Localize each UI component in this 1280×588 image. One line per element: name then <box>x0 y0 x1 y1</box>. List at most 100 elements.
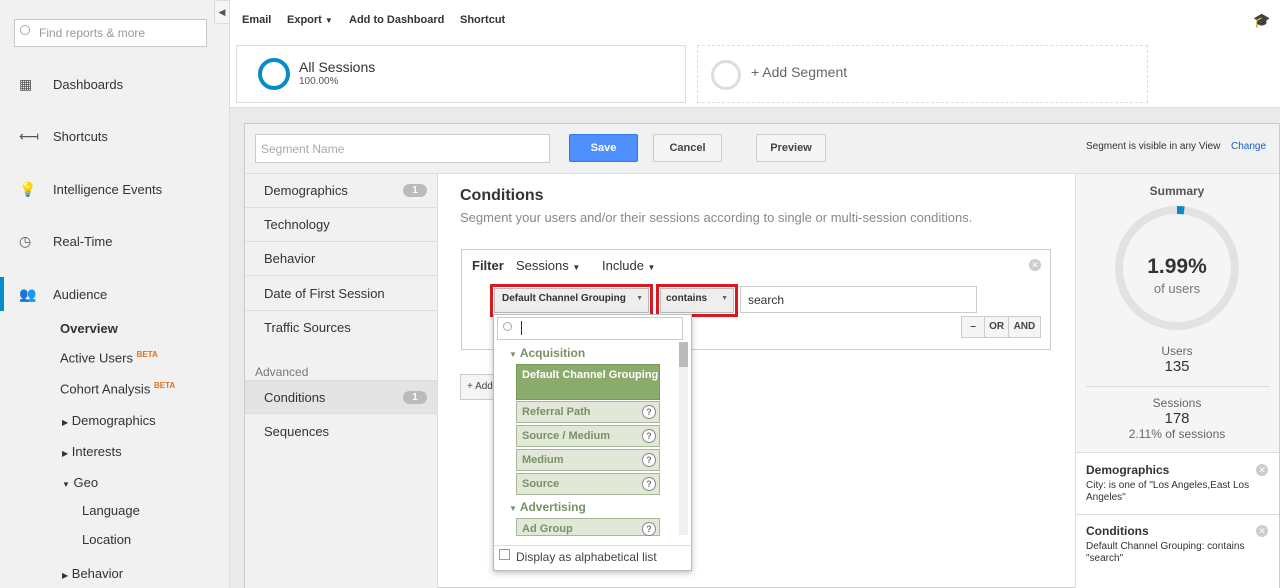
group-acquisition[interactable]: ▼ Acquisition <box>509 346 585 360</box>
alphabetical-label: Display as alphabetical list <box>516 550 657 564</box>
nav-cohort[interactable]: Cohort Analysis BETA <box>60 381 175 396</box>
search-input[interactable]: Find reports & more <box>14 19 207 47</box>
editor-nav-first-session[interactable]: Date of First Session <box>245 277 437 311</box>
option-source-medium[interactable]: Source / Medium? <box>516 425 660 447</box>
operator-dropdown[interactable]: contains ▼ <box>660 288 734 313</box>
help-icon[interactable]: ? <box>642 429 656 443</box>
option-medium[interactable]: Medium? <box>516 449 660 471</box>
option-referral-path[interactable]: Referral Path? <box>516 401 660 423</box>
sidebar-item-shortcuts[interactable]: ⟻ Shortcuts <box>0 118 230 154</box>
sidebar-item-label: Audience <box>53 286 108 302</box>
remove-filter-icon[interactable]: ✕ <box>1029 259 1041 271</box>
clock-icon: ◷ <box>19 233 32 249</box>
nav-active-users[interactable]: Active Users BETA <box>60 350 158 365</box>
dimension-dropdown[interactable]: Default Channel Grouping ▼ <box>494 288 649 313</box>
count-badge: 1 <box>403 184 427 197</box>
caret-down-icon: ▼ <box>62 480 70 489</box>
option-source[interactable]: Source? <box>516 473 660 495</box>
nav-label: Active Users <box>60 350 133 366</box>
remove-demo-icon[interactable]: ✕ <box>1256 464 1268 476</box>
nav-label: Conditions <box>264 390 326 405</box>
editor-nav-traffic[interactable]: Traffic Sources <box>245 311 437 345</box>
nav-language[interactable]: Language <box>82 503 140 518</box>
sidebar-item-realtime[interactable]: ◷ Real-Time <box>0 223 230 259</box>
empty-ring-icon <box>711 60 741 90</box>
summary-title: Summary <box>1149 184 1205 198</box>
group-advertising[interactable]: ▼ Advertising <box>509 500 586 514</box>
filter-label: Filter <box>472 258 504 273</box>
change-link[interactable]: Change <box>1231 141 1266 152</box>
export-button[interactable]: Export ▼ <box>287 14 333 26</box>
operator-value: contains <box>666 293 708 304</box>
caret-right-icon: ▶ <box>62 571 69 580</box>
add-segment-label: + Add Segment <box>751 64 848 80</box>
caret-down-icon: ▼ <box>509 350 517 359</box>
group-label: Acquisition <box>519 346 586 360</box>
editor-nav-sequences[interactable]: Sequences <box>245 415 437 449</box>
help-icon[interactable]: ? <box>642 453 656 467</box>
editor-nav-conditions[interactable]: Conditions 1 <box>245 380 437 414</box>
remove-condition-button[interactable]: – <box>962 317 986 337</box>
conditions-title: Conditions <box>460 187 544 204</box>
sidebar-item-intelligence[interactable]: 💡 Intelligence Events <box>0 171 230 207</box>
search-icon <box>503 322 512 331</box>
or-button[interactable]: OR <box>985 317 1009 337</box>
sidebar-item-audience[interactable]: 👥 Audience <box>0 276 230 312</box>
and-button[interactable]: AND <box>1009 317 1040 337</box>
help-icon[interactable]: ? <box>642 405 656 419</box>
collapse-sidebar-button[interactable]: ◀ <box>214 0 230 24</box>
segment-name-input[interactable]: Segment Name <box>255 134 550 163</box>
editor-nav-technology[interactable]: Technology <box>245 208 437 242</box>
nav-interests[interactable]: ▶ Interests <box>62 444 122 459</box>
option-ad-group[interactable]: Ad Group? <box>516 518 660 536</box>
text-cursor <box>521 321 522 335</box>
nav-demographics[interactable]: ▶ Demographics <box>62 413 156 428</box>
dimension-value: Default Channel Grouping <box>502 293 626 304</box>
editor-nav-behavior[interactable]: Behavior <box>245 242 437 276</box>
graduation-cap-icon[interactable]: 🎓 <box>1253 12 1270 29</box>
divider <box>494 545 691 546</box>
save-button[interactable]: Save <box>569 134 638 162</box>
nav-behavior[interactable]: ▶ Behavior <box>62 566 123 581</box>
divider <box>1086 386 1270 387</box>
dimension-search-input[interactable] <box>497 317 683 340</box>
option-label: Referral Path <box>522 406 591 418</box>
menu-scroll-thumb[interactable] <box>679 342 688 367</box>
include-dropdown[interactable]: Include ▼ <box>602 258 655 273</box>
help-icon[interactable]: ? <box>642 522 656 536</box>
shortcut-button[interactable]: Shortcut <box>460 14 505 26</box>
nav-label: Interests <box>71 444 122 459</box>
nav-label: Demographics <box>71 413 156 428</box>
nav-geo[interactable]: ▼ Geo <box>62 475 98 490</box>
help-icon[interactable]: ? <box>642 477 656 491</box>
scope-dropdown[interactable]: Sessions ▼ <box>516 258 580 273</box>
nav-label: Behavior <box>71 566 124 581</box>
sessions-value: 178 <box>1164 410 1190 427</box>
beta-badge: BETA <box>136 350 158 359</box>
sidebar-item-label: Real-Time <box>53 233 113 249</box>
add-to-dashboard-button[interactable]: Add to Dashboard <box>349 14 444 26</box>
nav-label: Demographics <box>264 183 348 198</box>
nav-label: Cohort Analysis <box>60 381 151 397</box>
email-button[interactable]: Email <box>242 14 271 26</box>
search-icon <box>20 25 30 35</box>
option-default-channel-grouping[interactable]: Default Channel Grouping <box>516 364 660 400</box>
caret-down-icon: ▼ <box>572 263 581 272</box>
option-label: Medium <box>522 454 564 466</box>
nav-overview[interactable]: Overview <box>60 321 118 336</box>
remove-cond-icon[interactable]: ✕ <box>1256 525 1268 537</box>
editor-nav-demographics[interactable]: Demographics 1 <box>245 174 437 208</box>
summary-pct: 1.99% <box>1147 255 1207 278</box>
grid-icon: ▦ <box>19 76 33 92</box>
condition-buttons: – OR AND <box>961 316 1041 338</box>
cancel-button[interactable]: Cancel <box>653 134 722 162</box>
sidebar-item-dashboards[interactable]: ▦ Dashboards <box>0 66 230 102</box>
nav-location[interactable]: Location <box>82 532 131 547</box>
condition-value-input[interactable]: search <box>740 286 977 313</box>
alphabetical-checkbox[interactable] <box>499 549 510 560</box>
preview-button[interactable]: Preview <box>756 134 826 162</box>
caret-down-icon: ▼ <box>324 16 333 25</box>
caret-right-icon: ▶ <box>62 449 69 458</box>
menu-scrollbar[interactable] <box>679 342 688 535</box>
caret-right-icon: ▶ <box>62 418 69 427</box>
